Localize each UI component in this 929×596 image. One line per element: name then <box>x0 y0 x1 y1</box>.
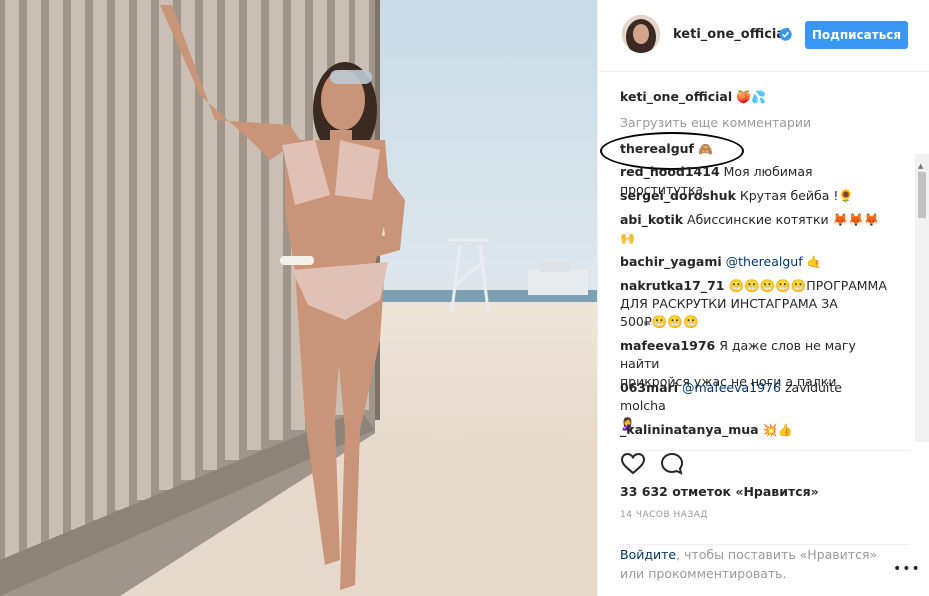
avatar-illustration <box>622 15 660 53</box>
caption-username[interactable]: keti_one_official <box>620 89 732 104</box>
caption: keti_one_official 🍑💦 <box>620 88 890 106</box>
likes-count[interactable]: 33 632 отметок «Нравится» <box>620 484 819 499</box>
comment-username[interactable]: bachir_yagami <box>620 254 722 269</box>
login-link[interactable]: Войдите <box>620 547 676 562</box>
comment-username[interactable]: sergei_doroshuk <box>620 188 736 203</box>
post-sidebar: keti_one_official Подписаться keti_one_o… <box>597 0 929 596</box>
comment-mention[interactable]: @mafeeva1976 <box>682 380 781 395</box>
comment-username[interactable]: abi_kotik <box>620 212 683 227</box>
comment-icon[interactable] <box>660 452 684 476</box>
heart-icon[interactable] <box>620 452 646 476</box>
comments-list[interactable]: keti_one_official 🍑💦 Загрузить еще комме… <box>598 78 929 442</box>
comment-text: 🙈 <box>697 142 713 156</box>
comment-text-line2: ДЛЯ РАСКРУТКИ ИНСТАГРАМА ЗА <box>620 296 838 311</box>
login-text-line2: или прокомментировать. <box>620 566 787 581</box>
beach-photo-illustration <box>0 0 597 596</box>
comment-username[interactable]: 063mari <box>620 380 678 395</box>
login-prompt: Войдите, чтобы поставить «Нравится» или … <box>620 544 910 583</box>
scroll-thumb[interactable] <box>918 172 926 218</box>
comment-item: _kalininatanya_mua 💥👍 <box>620 421 890 439</box>
comment-text: 😬😬😬😬😬ПРОГРАММА <box>728 278 887 293</box>
comment-item: bachir_yagami @therealguf 🤙 <box>620 253 890 271</box>
comment-item: abi_kotik Абиссинские котятки 🦊🦊🦊 🙌 <box>620 211 890 247</box>
post-timestamp: 14 ЧАСОВ НАЗАД <box>620 510 708 520</box>
verified-icon <box>779 28 792 41</box>
comment-username[interactable]: mafeeva1976 <box>620 338 715 353</box>
post-username[interactable]: keti_one_official <box>673 27 790 42</box>
load-more-comments-link[interactable]: Загрузить еще комментарии <box>620 114 811 132</box>
comment-text: Крутая бейба !🌻 <box>739 188 854 203</box>
post-photo[interactable] <box>0 0 597 596</box>
post-header: keti_one_official Подписаться <box>598 0 929 72</box>
comments-scrollbar[interactable]: ▲ ▼ <box>915 154 929 442</box>
comment-text: Абиссинские котятки 🦊🦊🦊 <box>687 212 880 227</box>
avatar[interactable] <box>622 15 660 53</box>
comment-username[interactable]: therealguf <box>620 141 694 156</box>
follow-button[interactable]: Подписаться <box>805 21 908 49</box>
login-text: , чтобы поставить «Нравится» <box>676 547 878 562</box>
comment-text-line2: 🙌 <box>620 231 635 245</box>
comment-item: nakrutka17_71 😬😬😬😬😬ПРОГРАММА ДЛЯ РАСКРУТ… <box>620 277 890 331</box>
comment-username[interactable]: _kalininatanya_mua <box>620 422 759 437</box>
caption-emoji: 🍑💦 <box>736 90 766 104</box>
comment-username[interactable]: red_hood1414 <box>620 164 720 179</box>
comment-text-line3: 500₽😬😬😬 <box>620 314 699 329</box>
comment-text: 💥👍 <box>762 423 793 437</box>
comment-item: sergei_doroshuk Крутая бейба !🌻 <box>620 187 890 205</box>
comment-mention[interactable]: @therealguf <box>726 254 803 269</box>
action-bar <box>620 450 910 481</box>
comment-text: 🤙 <box>806 255 822 269</box>
more-icon[interactable]: ••• <box>893 561 921 577</box>
comment-item: therealguf 🙈 <box>620 140 890 158</box>
comment-username[interactable]: nakrutka17_71 <box>620 278 724 293</box>
